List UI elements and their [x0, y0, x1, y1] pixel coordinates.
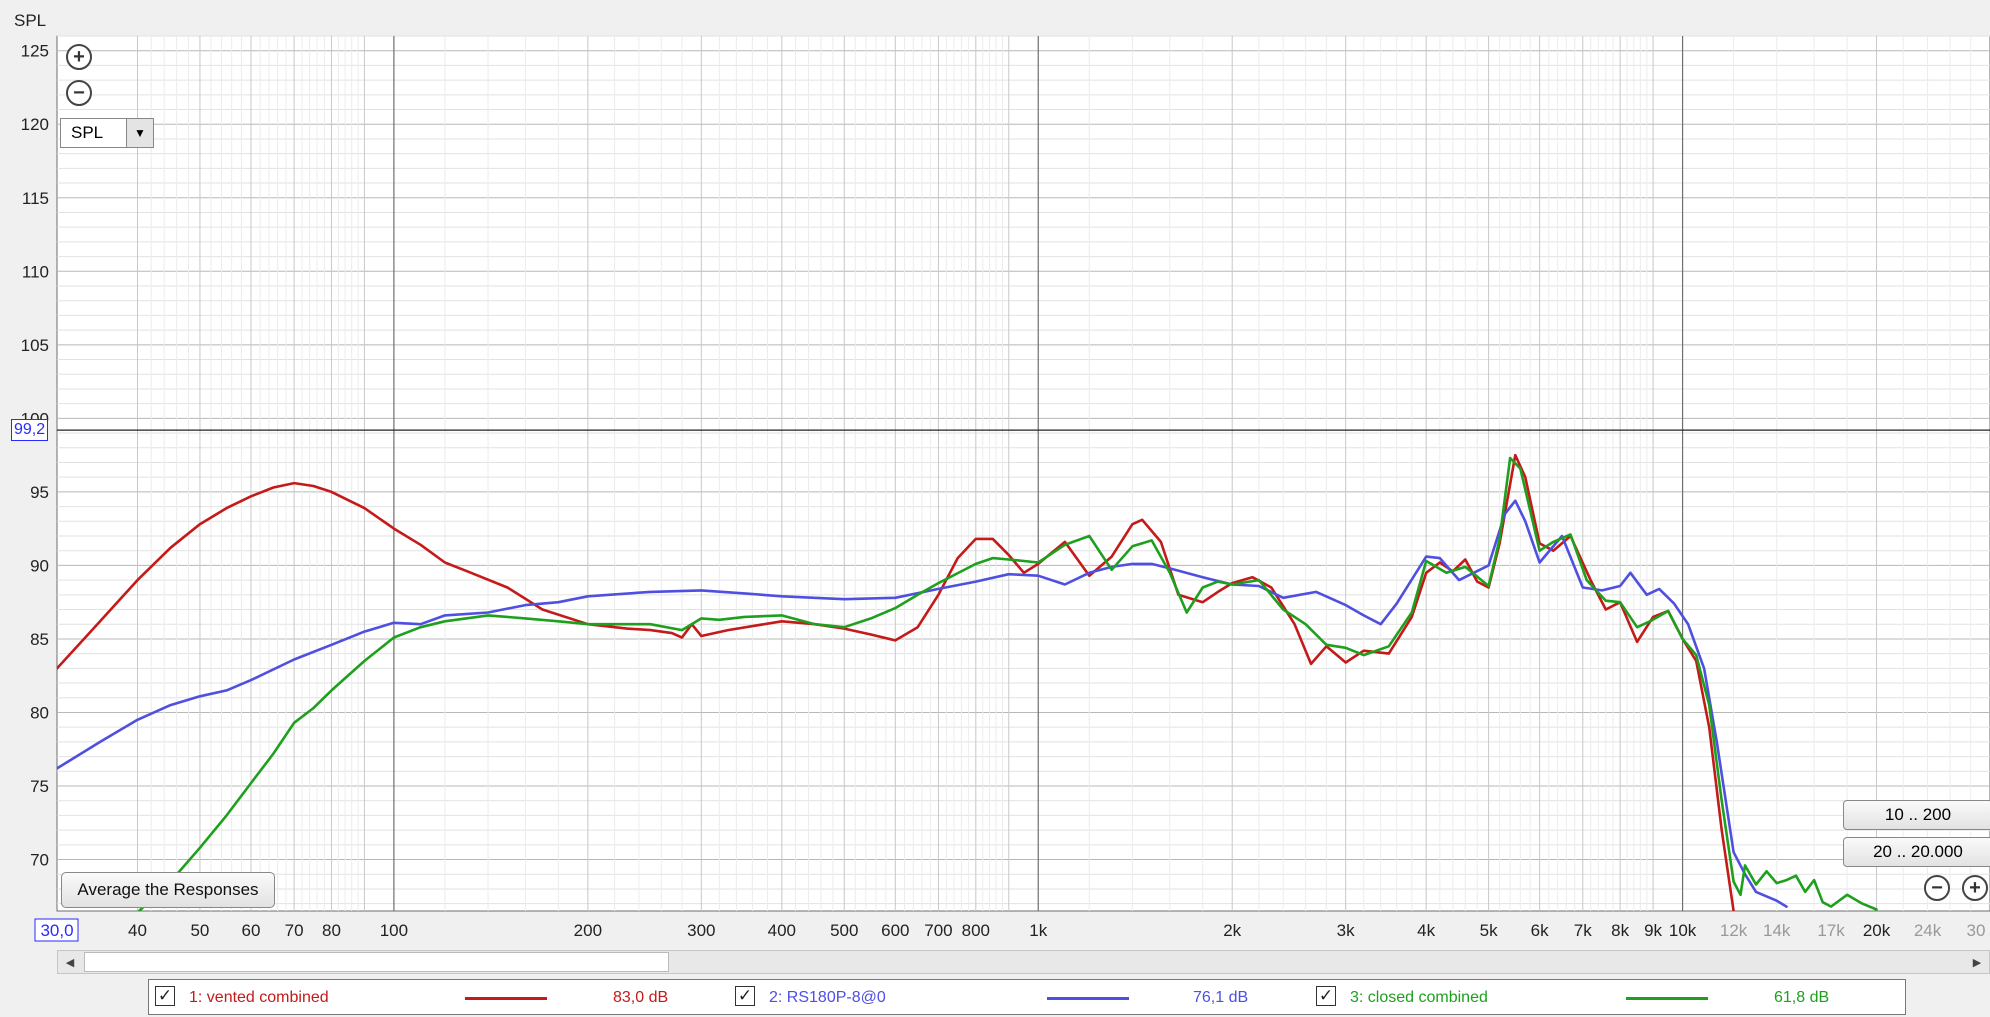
measurement-type-value: SPL: [71, 123, 104, 142]
x-tick-label: 24k: [1914, 921, 1942, 940]
y-tick-label: 75: [30, 777, 49, 796]
legend-item-closed[interactable]: ✓ 3: closed combined 61,8 dB: [1312, 980, 1902, 1014]
legend-checkbox-rs180p[interactable]: ✓: [735, 986, 755, 1006]
x-tick-label: 6k: [1531, 921, 1549, 940]
x-cursor-label: 30,0: [40, 921, 73, 940]
legend-swatch-closed: [1626, 997, 1708, 1000]
x-tick-label: 8k: [1611, 921, 1629, 940]
range-10-200-button[interactable]: 10 .. 200: [1843, 800, 1990, 830]
y-tick-labels: 707580859095100105110115120125: [21, 42, 49, 870]
x-zoom-in-icon[interactable]: +: [1962, 875, 1988, 901]
x-tick-label: 70: [285, 921, 304, 940]
y-tick-label: 90: [30, 556, 49, 575]
y-tick-label: 70: [30, 851, 49, 870]
x-tick-label: 7k: [1574, 921, 1592, 940]
x-tick-label: 3k: [1337, 921, 1355, 940]
legend-name-closed: 3: closed combined: [1350, 989, 1488, 1006]
x-tick-label: 500: [830, 921, 858, 940]
x-tick-label: 800: [962, 921, 990, 940]
legend-value-rs180p: 76,1 dB: [1193, 989, 1249, 1006]
x-tick-label: 600: [881, 921, 909, 940]
legend-bar: ✓ 1: vented combined 83,0 dB ✓ 2: RS180P…: [148, 979, 1906, 1015]
cursor-value-label: 99,2: [11, 419, 49, 442]
y-tick-label: 80: [30, 703, 49, 722]
x-tick-label: 400: [768, 921, 796, 940]
legend-item-rs180p[interactable]: ✓ 2: RS180P-8@0 76,1 dB: [731, 980, 1311, 1014]
x-tick-label: 12k: [1720, 921, 1748, 940]
x-tick-label: 4k: [1417, 921, 1435, 940]
scroll-thumb[interactable]: [84, 952, 669, 972]
range-20-20000-button[interactable]: 20 .. 20.000: [1843, 837, 1990, 867]
x-tick-label: 80: [322, 921, 341, 940]
chevron-down-icon[interactable]: ▼: [126, 119, 153, 147]
legend-checkbox-closed[interactable]: ✓: [1316, 986, 1336, 1006]
x-tick-label: 14k: [1763, 921, 1791, 940]
y-tick-label: 105: [21, 336, 49, 355]
x-tick-label: 100: [380, 921, 408, 940]
y-tick-label: 110: [22, 262, 49, 281]
y-tick-label: 125: [21, 42, 49, 61]
y-tick-label: 115: [22, 189, 49, 208]
zoom-in-icon[interactable]: +: [66, 44, 92, 70]
x-tick-label: 17k: [1817, 921, 1845, 940]
x-tick-label: 300: [687, 921, 715, 940]
x-tick-label: 30: [1967, 921, 1986, 940]
x-tick-label: 1k: [1029, 921, 1047, 940]
y-axis-title: SPL: [14, 11, 46, 30]
y-tick-label: 85: [30, 630, 49, 649]
scroll-right-icon[interactable]: ▶: [1965, 951, 1989, 973]
legend-swatch-rs180p: [1047, 997, 1129, 1000]
legend-swatch-vented: [465, 997, 547, 1000]
x-tick-label: 700: [924, 921, 952, 940]
x-zoom-out-icon[interactable]: −: [1924, 875, 1950, 901]
legend-value-vented: 83,0 dB: [613, 989, 669, 1006]
legend-name-rs180p: 2: RS180P-8@0: [769, 989, 886, 1006]
x-tick-label: 10k: [1669, 921, 1697, 940]
y-tick-label: 120: [21, 115, 49, 134]
x-tick-label: 60: [242, 921, 261, 940]
x-tick-label: 200: [574, 921, 602, 940]
x-tick-label: 40: [128, 921, 147, 940]
x-tick-labels: 30,0 40 50 60 70 80 100 200 300 400 500 600 700 800 1k…: [34, 918, 1986, 942]
scroll-left-icon[interactable]: ◀: [58, 951, 82, 973]
horizontal-scrollbar[interactable]: ◀ ▶: [57, 950, 1990, 974]
zoom-out-icon[interactable]: −: [66, 80, 92, 106]
legend-name-vented: 1: vented combined: [189, 989, 329, 1006]
average-responses-button[interactable]: Average the Responses: [61, 872, 275, 908]
legend-checkbox-vented[interactable]: ✓: [155, 986, 175, 1006]
x-tick-label: 50: [190, 921, 209, 940]
legend-item-vented[interactable]: ✓ 1: vented combined 83,0 dB: [149, 980, 729, 1014]
x-tick-label: 2k: [1223, 921, 1241, 940]
y-tick-label: 95: [30, 483, 49, 502]
plot-area: [56, 35, 1990, 912]
x-tick-label: 5k: [1480, 921, 1498, 940]
x-tick-label: 20k: [1863, 921, 1891, 940]
x-tick-label: 9k: [1644, 921, 1662, 940]
frequency-response-chart[interactable]: SPL 70 75 80 85 90 95 100 105 110 115 120 125 30,0 4…: [0, 0, 1990, 1017]
legend-value-closed: 61,8 dB: [1774, 989, 1830, 1006]
measurement-type-select[interactable]: SPL ▼: [60, 118, 154, 148]
